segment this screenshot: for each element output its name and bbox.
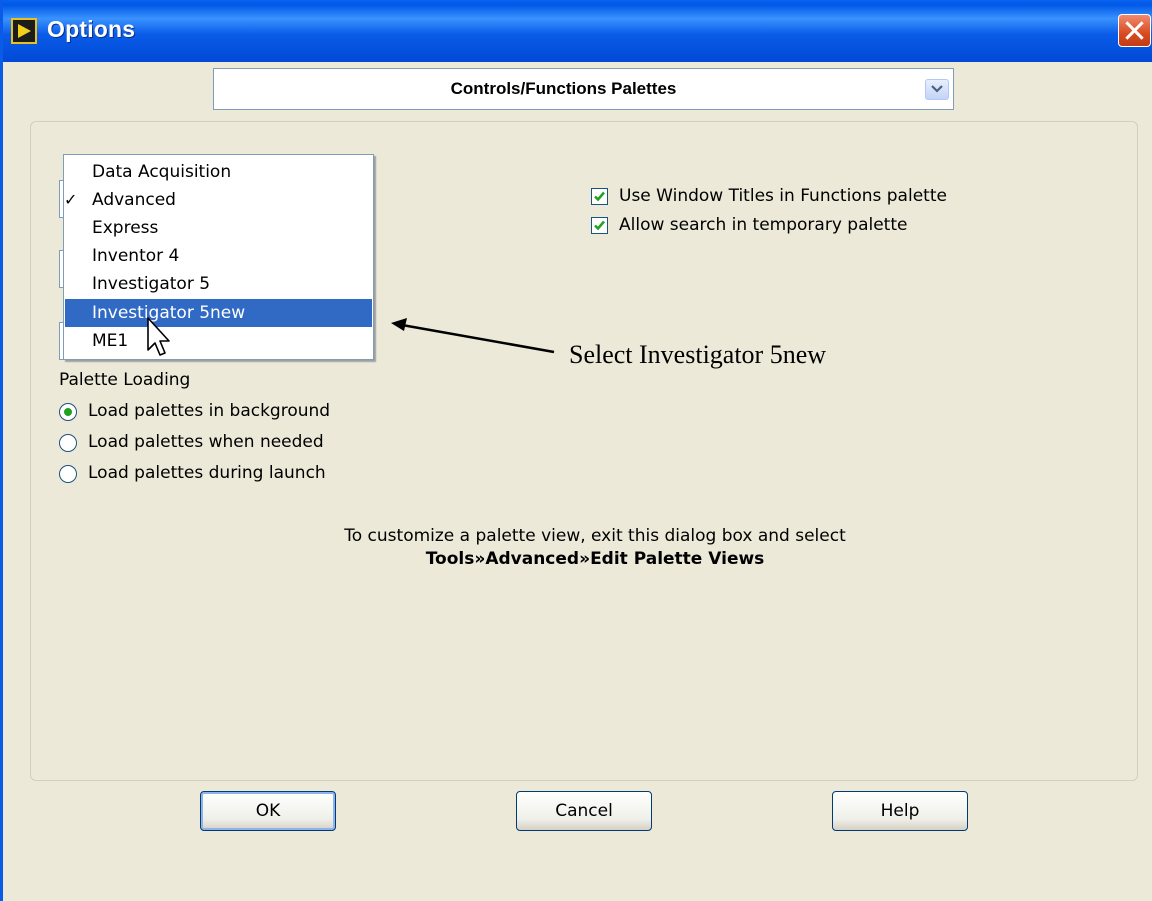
customize-hint-menu-path: Tools»Advanced»Edit Palette Views	[425, 549, 765, 569]
close-button[interactable]	[1118, 14, 1151, 47]
use-window-titles-label: Use Window Titles in Functions palette	[619, 186, 947, 206]
palette-loading-heading: Palette Loading	[59, 370, 191, 390]
load-when-needed-label: Load palettes when needed	[88, 432, 324, 452]
title-bar[interactable]: Options	[3, 0, 1152, 62]
menu-item-investigator-5[interactable]: Investigator 5	[65, 270, 372, 298]
annotation-callout: Select Investigator 5new	[569, 340, 827, 369]
load-during-launch-radio[interactable]	[59, 465, 77, 483]
customize-hint-text: To customize a palette view, exit this d…	[344, 526, 846, 546]
options-dialog: Options Controls/Functions Palettes Data…	[0, 0, 1152, 901]
palette-view-menu: Data Acquisition ✓ Advanced Express Inve…	[63, 154, 374, 360]
window-title: Options	[47, 16, 136, 42]
allow-search-checkbox[interactable]	[591, 217, 608, 234]
annotation-arrow-icon	[391, 318, 555, 354]
category-dropdown[interactable]: Controls/Functions Palettes	[213, 68, 954, 110]
labview-app-icon	[11, 18, 37, 44]
load-background-radio[interactable]	[59, 403, 77, 421]
menu-item-me1[interactable]: ME1	[65, 327, 372, 355]
checkmark-icon: ✓	[64, 190, 78, 209]
ok-button[interactable]: OK	[200, 791, 336, 831]
chevron-down-icon[interactable]	[925, 79, 949, 100]
load-background-label: Load palettes in background	[88, 401, 331, 421]
help-button[interactable]: Help	[832, 791, 968, 831]
cancel-button[interactable]: Cancel	[516, 791, 652, 831]
use-window-titles-checkbox[interactable]	[591, 188, 608, 205]
category-dropdown-value: Controls/Functions Palettes	[450, 79, 677, 98]
mouse-cursor-icon	[147, 317, 170, 356]
allow-search-label: Allow search in temporary palette	[619, 215, 908, 235]
menu-item-inventor-4[interactable]: Inventor 4	[65, 242, 372, 270]
menu-item-advanced[interactable]: ✓ Advanced	[64, 186, 372, 214]
menu-item-data-acquisition[interactable]: Data Acquisition	[65, 158, 372, 186]
load-when-needed-radio[interactable]	[59, 434, 77, 452]
menu-item-investigator-5new[interactable]: Investigator 5new	[65, 299, 372, 327]
menu-item-express[interactable]: Express	[65, 214, 372, 242]
load-during-launch-label: Load palettes during launch	[88, 463, 326, 483]
